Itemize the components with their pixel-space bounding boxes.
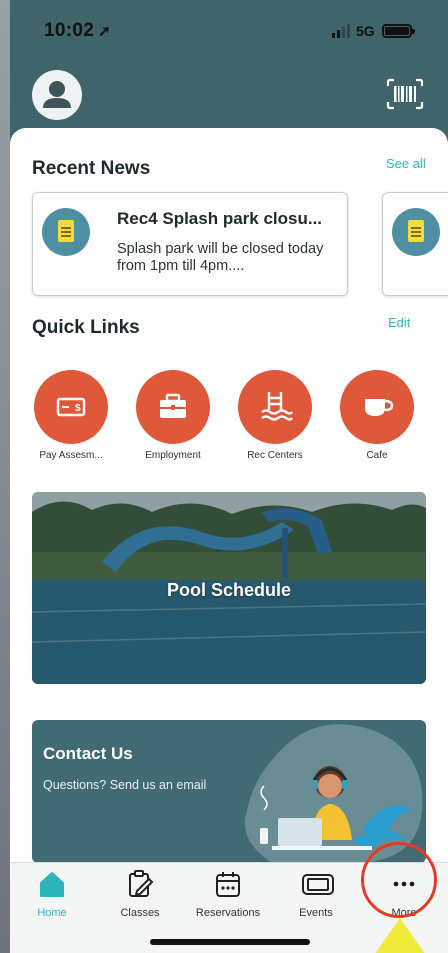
quick-link-label: Employment (145, 450, 201, 461)
barcode-scan-icon[interactable] (386, 78, 424, 110)
signal-icon (332, 24, 350, 38)
device-bezel (0, 0, 10, 953)
highlight-ring-annotation (361, 842, 437, 918)
pool-ladder-icon (238, 370, 312, 444)
calendar-icon (213, 869, 243, 899)
tab-label: Events (299, 907, 333, 919)
quick-link-pay-assessment[interactable]: $ Pay Assesm... (29, 370, 113, 461)
coffee-cup-icon (340, 370, 414, 444)
payment-card-icon: $ (34, 370, 108, 444)
pool-schedule-banner[interactable]: Pool Schedule (32, 492, 426, 684)
news-card[interactable]: Rec4 Splash park closu... Splash park wi… (32, 192, 348, 296)
quick-link-label: Cafe (366, 450, 388, 461)
quick-link-rec-centers[interactable]: Rec Centers (233, 370, 317, 461)
status-bar: 10:02 ➚ 5G (10, 0, 448, 62)
tab-label: Reservations (195, 907, 261, 919)
contact-us-title: Contact Us (43, 744, 133, 763)
contact-us-subtitle: Questions? Send us an email (43, 778, 207, 792)
quick-link-label: Rec Centers (247, 450, 303, 461)
quick-link-cafe[interactable]: Cafe (335, 370, 419, 461)
tab-reservations[interactable]: Reservations (188, 869, 268, 919)
news-body: Splash park will be closed today from 1p… (117, 241, 324, 274)
tab-label: Classes (120, 907, 160, 919)
tab-classes[interactable]: Classes (100, 869, 180, 919)
document-icon (42, 208, 90, 256)
tab-events[interactable]: Events (276, 869, 356, 919)
home-indicator (150, 939, 310, 945)
tab-home[interactable]: Home (12, 869, 92, 919)
document-icon (392, 208, 440, 256)
quick-link-employment[interactable]: Employment (131, 370, 215, 461)
contact-us-card[interactable]: Contact Us Questions? Send us an email (32, 720, 426, 863)
svg-text:$: $ (75, 403, 81, 414)
quick-link-label: Pay Assesm... (39, 450, 103, 461)
pointer-arrow-annotation (372, 918, 428, 953)
home-icon (37, 869, 67, 899)
news-card-next[interactable] (382, 192, 448, 296)
ticket-icon (301, 869, 334, 899)
home-content: Recent News See all Rec4 Splash park clo… (10, 128, 448, 863)
status-time: 10:02 ➚ (44, 20, 111, 41)
see-all-link[interactable]: See all (386, 156, 426, 171)
battery-icon (382, 24, 415, 38)
network-type: 5G (356, 23, 375, 39)
quick-links-title: Quick Links (32, 317, 140, 338)
profile-avatar-button[interactable] (32, 70, 82, 120)
pool-schedule-title: Pool Schedule (166, 580, 292, 600)
news-title: Rec4 Splash park closu... (117, 209, 323, 228)
phone-screen: 10:02 ➚ 5G Recent News See all Rec4 Splas… (10, 0, 448, 953)
recent-news-title: Recent News (32, 158, 151, 179)
clipboard-edit-icon (125, 869, 155, 899)
location-arrow-icon: ➚ (98, 23, 111, 40)
briefcase-icon (136, 370, 210, 444)
tab-label: Home (37, 907, 67, 919)
edit-link[interactable]: Edit (388, 315, 410, 330)
